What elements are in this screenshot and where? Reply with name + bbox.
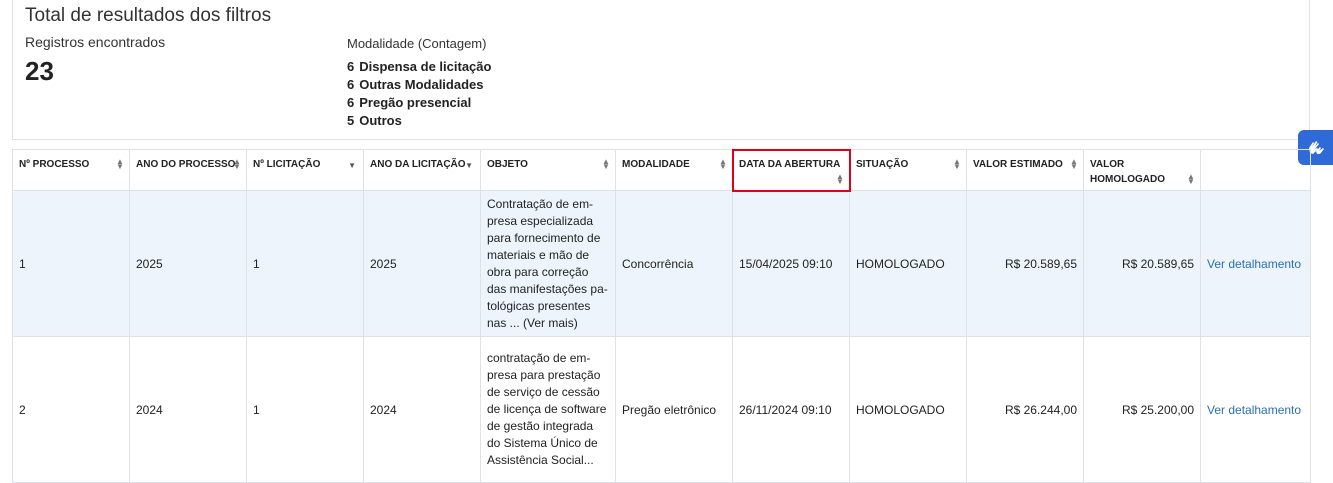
modality-count: 6: [347, 59, 355, 74]
modality-count: 6: [347, 77, 355, 92]
col-header-valor-homologado[interactable]: VALOR HOMOLOGADO ▲ ▼: [1083, 149, 1201, 191]
sort-icon: ▲ ▼: [836, 172, 844, 186]
records-found-label: Registros encontrados: [25, 34, 166, 50]
ver-detalhamento-link[interactable]: Ver detalhamento: [1207, 257, 1301, 271]
sort-icon: ▲ ▼: [953, 157, 961, 171]
objeto-line: materiais e mão de: [487, 247, 590, 262]
sort-desc-icon: ▼: [465, 161, 473, 170]
col-header-situacao[interactable]: SITUAÇÃO ▲ ▼: [849, 149, 967, 191]
objeto-line: de serviço de cessão: [487, 385, 600, 399]
cell-valor-estimado: R$ 26.244,00: [966, 336, 1084, 483]
objeto-line: contratação de em-: [487, 351, 591, 365]
cell-objeto[interactable]: contratação de em- presa para prestação …: [480, 336, 616, 483]
objeto-line: de gestão integrada: [487, 419, 594, 433]
table-header-row: Nº PROCESSO ▲ ▼ ANO DO PROCESSO ▲ ▼ Nº LICIT…: [12, 148, 1311, 192]
objeto-line: para fornecimento de: [487, 230, 601, 245]
cell-situacao: HOMOLOGADO: [849, 190, 967, 337]
cell-ano-processo: 2024: [129, 336, 247, 483]
modality-count-item: 6 Outras Modalidades: [347, 76, 491, 94]
objeto-line: obra para correção: [487, 264, 589, 279]
objeto-line: das manifestações pa-: [487, 281, 608, 296]
modality-count-item: 5 Outros: [347, 112, 491, 130]
col-header-processo[interactable]: Nº PROCESSO ▲ ▼: [12, 149, 130, 191]
cell-processo: 2: [12, 336, 130, 483]
objeto-line: de licença de software: [487, 402, 607, 416]
table-row: 1 2025 1 2025 Contratação de em- presa e…: [12, 190, 1311, 337]
cell-licitacao: 1: [246, 190, 364, 337]
modality-count-label: Modalidade (Contagem): [347, 36, 487, 51]
ver-detalhamento-link[interactable]: Ver detalhamento: [1207, 403, 1301, 417]
cell-valor-homologado: R$ 25.200,00: [1083, 336, 1201, 483]
results-table: Nº PROCESSO ▲ ▼ ANO DO PROCESSO ▲ ▼ Nº LICIT…: [12, 148, 1311, 483]
modality-count: 5: [347, 113, 355, 128]
cell-ano-licitacao: 2025: [363, 190, 481, 337]
objeto-line: presa especializada: [487, 213, 594, 228]
cell-objeto[interactable]: Contratação de em- presa especializada p…: [480, 190, 616, 337]
col-header-licitacao[interactable]: Nº LICITAÇÃO ▼: [246, 149, 364, 191]
summary-title: Total de resultados dos filtros: [25, 5, 272, 26]
col-header-actions: [1200, 149, 1311, 191]
records-found-count: 23: [25, 56, 54, 86]
objeto-line: Assistência Social...: [487, 453, 594, 467]
modality-count-list: 6 Dispensa de licitação 6 Outras Modalidad…: [347, 58, 491, 130]
cell-modalidade: Pregão eletrônico: [615, 336, 733, 483]
objeto-line: Contratação de em-: [487, 196, 594, 211]
col-header-data-abertura[interactable]: DATA DA ABERTURA ▲ ▼: [731, 148, 851, 192]
col-header-ano-processo[interactable]: ANO DO PROCESSO ▲ ▼: [129, 149, 247, 191]
cell-licitacao: 1: [246, 336, 364, 483]
modality-count-item: 6 Dispensa de licitação: [347, 58, 491, 76]
sort-icon: ▲ ▼: [1070, 157, 1078, 171]
modality-name: Outras Modalidades: [359, 77, 484, 92]
cell-ano-processo: 2025: [129, 190, 247, 337]
cell-situacao: HOMOLOGADO: [849, 336, 967, 483]
col-header-modalidade[interactable]: MODALIDADE ▲ ▼: [615, 149, 733, 191]
objeto-line: presa para prestação: [487, 368, 601, 382]
objeto-line-ver-mais[interactable]: nas ... (Ver mais): [487, 315, 609, 332]
sort-icon: ▲ ▼: [233, 157, 241, 171]
cell-actions: Ver detalhamento: [1200, 336, 1311, 483]
objeto-line: tológicas presentes: [487, 298, 591, 313]
cell-data-abertura: 15/04/2025 09:10: [732, 190, 850, 337]
cell-valor-estimado: R$ 20.589,65: [966, 190, 1084, 337]
sort-icon: ▲ ▼: [602, 157, 610, 171]
modality-count-item: 6 Pregão presencial: [347, 94, 491, 112]
results-summary-panel: Total de resultados dos filtros Registro…: [12, 0, 1310, 140]
sort-icon: ▲ ▼: [116, 157, 124, 171]
cell-ano-licitacao: 2024: [363, 336, 481, 483]
col-header-objeto[interactable]: OBJETO ▲ ▼: [480, 149, 616, 191]
col-header-valor-estimado[interactable]: VALOR ESTIMADO ▲ ▼: [966, 149, 1084, 191]
cell-modalidade: Concorrência: [615, 190, 733, 337]
sort-icon: ▲ ▼: [1187, 172, 1195, 186]
table-row: 2 2024 1 2024 contratação de em- presa p…: [12, 336, 1311, 483]
modality-name: Outros: [359, 113, 402, 128]
col-header-ano-licitacao[interactable]: ANO DA LICITAÇÃO ▼: [363, 149, 481, 191]
cell-data-abertura: 26/11/2024 09:10: [732, 336, 850, 483]
modality-count: 6: [347, 95, 355, 110]
modality-name: Dispensa de licitação: [359, 59, 492, 74]
cell-actions: Ver detalhamento: [1200, 190, 1311, 337]
cell-processo: 1: [12, 190, 130, 337]
sort-icon: ▲ ▼: [719, 157, 727, 171]
cell-valor-homologado: R$ 20.589,65: [1083, 190, 1201, 337]
modality-name: Pregão presencial: [359, 95, 472, 110]
sort-desc-icon: ▼: [348, 161, 356, 170]
objeto-line: do Sistema Único de: [487, 436, 598, 450]
